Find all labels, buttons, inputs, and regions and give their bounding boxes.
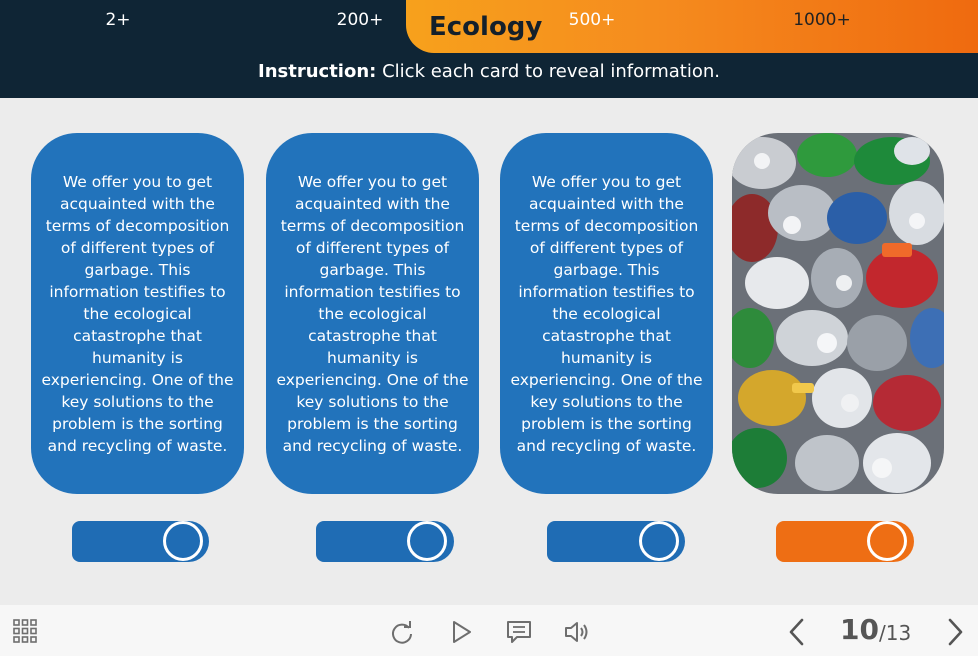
info-card-1[interactable]: We offer you to get acquainted with the … [31, 133, 244, 494]
current-page-number: 10 [840, 613, 879, 646]
notes-icon[interactable] [505, 619, 533, 645]
player-footer [0, 605, 978, 656]
toggle-label: 200+ [336, 10, 384, 30]
total-pages: /13 [879, 621, 912, 645]
card-text: We offer you to get acquainted with the … [41, 172, 234, 455]
instruction: Instruction: Click each card to reveal i… [0, 60, 978, 84]
instruction-label: Instruction: [258, 61, 377, 82]
toggle-knob[interactable] [407, 521, 447, 561]
info-card-2[interactable]: We offer you to get acquainted with the … [266, 133, 479, 494]
info-card-4-crushed-cans-image[interactable] [732, 133, 944, 494]
crushed-cans-photo [732, 133, 944, 494]
volume-icon[interactable] [563, 619, 591, 645]
instruction-text: Click each card to reveal information. [376, 61, 720, 82]
toggle-label: 1000+ [793, 10, 851, 30]
card-text: We offer you to get acquainted with the … [276, 172, 469, 455]
page-title: Ecology [429, 12, 543, 42]
next-slide-icon[interactable] [944, 617, 966, 647]
card-text: We offer you to get acquainted with the … [510, 172, 703, 455]
toggle-label: 2+ [105, 10, 131, 30]
toggle-knob[interactable] [639, 521, 679, 561]
play-icon[interactable] [450, 619, 474, 645]
grid-menu-icon[interactable] [12, 618, 38, 644]
toggle-label: 500+ [568, 10, 616, 30]
info-card-3[interactable]: We offer you to get acquainted with the … [500, 133, 713, 494]
previous-slide-icon[interactable] [786, 617, 808, 647]
toggle-knob[interactable] [867, 521, 907, 561]
replay-icon[interactable] [389, 619, 415, 645]
toggle-knob[interactable] [163, 521, 203, 561]
